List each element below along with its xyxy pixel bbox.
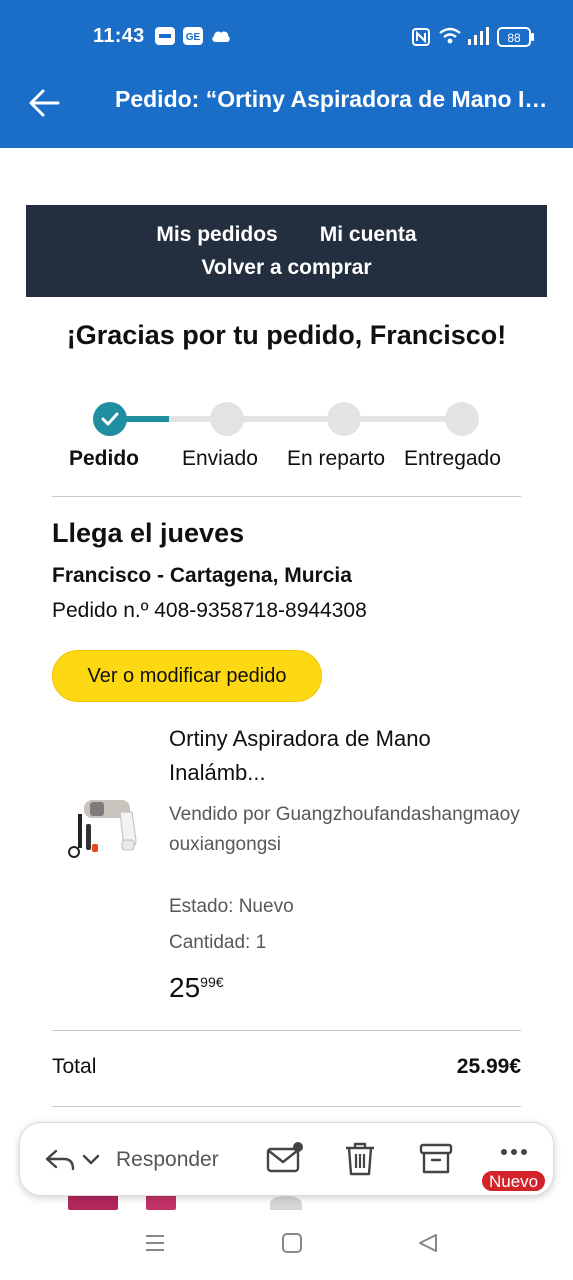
status-bar: 11:43 GE 88 <box>0 0 573 74</box>
square-icon <box>282 1233 302 1253</box>
buy-again-link[interactable]: Volver a comprar <box>201 256 371 279</box>
view-modify-order-button[interactable]: Ver o modificar pedido <box>52 650 322 702</box>
more-icon <box>501 1149 527 1155</box>
reply-label: Responder <box>116 1148 219 1171</box>
wifi-icon <box>438 27 462 50</box>
archive-icon <box>419 1143 453 1174</box>
step-label-ordered: Pedido <box>69 447 140 470</box>
reply-button[interactable]: Responder <box>44 1143 254 1177</box>
product-title-link[interactable]: Ortiny Aspiradora de Mano Inalámb... <box>169 722 529 790</box>
divider <box>52 1106 521 1107</box>
app-header: 11:43 GE 88 Pedido: “Ortiny Aspiradora d… <box>0 0 573 148</box>
step-label-delivered: Entregado <box>404 447 501 470</box>
system-back-button[interactable] <box>417 1232 439 1259</box>
my-orders-link[interactable]: Mis pedidos <box>156 223 277 247</box>
product-price: 2599€ <box>169 972 224 1004</box>
step-dot-delivered <box>445 402 479 436</box>
step-dot-shipped <box>210 402 244 436</box>
handheld-vacuum-icon <box>68 800 137 858</box>
step-label-out-for-delivery: En reparto <box>287 447 386 470</box>
check-icon <box>101 412 119 426</box>
message-action-toolbar: Responder Nuevo <box>19 1122 554 1196</box>
mark-unread-button[interactable] <box>266 1141 303 1177</box>
divider <box>52 496 521 497</box>
step-dot-ordered <box>93 402 127 436</box>
trash-icon <box>346 1142 374 1176</box>
price-whole: 25 <box>169 972 201 1003</box>
recent-apps-button[interactable] <box>144 1232 166 1259</box>
svg-text:GE: GE <box>186 32 201 43</box>
email-nav-box: Mis pedidos Mi cuenta Volver a comprar <box>26 205 547 297</box>
product-condition: Estado: Nuevo <box>169 896 294 917</box>
total-label: Total <box>52 1055 97 1078</box>
news-app-icon <box>155 27 175 50</box>
thanks-heading: ¡Gracias por tu pedido, Francisco! <box>66 320 507 350</box>
menu-icon <box>146 1235 164 1251</box>
cloud-icon <box>211 29 231 48</box>
battery-icon: 88 <box>497 27 535 52</box>
my-account-link[interactable]: Mi cuenta <box>320 223 417 247</box>
nfc-icon <box>412 28 430 51</box>
status-time: 11:43 <box>93 25 145 47</box>
archive-button[interactable] <box>419 1141 455 1177</box>
order-progress-tracker: Pedido Enviado En reparto Entregado <box>0 400 573 480</box>
seller-info: Vendido por Guangzhoufandashangmaoyouxia… <box>169 804 520 855</box>
back-button[interactable] <box>26 84 64 122</box>
price-fraction: 99€ <box>200 974 224 990</box>
signal-icon <box>467 27 491 50</box>
page-title: Pedido: “Ortiny Aspiradora de Mano Inalá… <box>115 86 555 112</box>
reply-icon <box>45 1149 75 1171</box>
product-quantity: Cantidad: 1 <box>169 932 267 953</box>
step-dot-out-for-delivery <box>327 402 361 436</box>
recommendation-image <box>68 1194 118 1210</box>
delete-button[interactable] <box>343 1141 379 1177</box>
product-image[interactable] <box>62 790 146 866</box>
divider <box>52 1030 521 1031</box>
mark-unread-icon <box>266 1142 303 1173</box>
arrow-left-icon <box>29 89 60 117</box>
total-value: 25.99€ <box>456 1055 521 1078</box>
order-number: Pedido n.º 408-9358718-8944308 <box>52 599 367 622</box>
delivery-address: Francisco - Cartagena, Murcia <box>52 564 352 587</box>
recommendation-image <box>146 1194 176 1210</box>
step-label-shipped: Enviado <box>182 447 258 470</box>
ge-app-icon: GE <box>183 27 203 50</box>
system-navigation-bar <box>0 1210 573 1280</box>
recommendation-image <box>270 1196 302 1210</box>
new-badge: Nuevo <box>481 1170 547 1192</box>
battery-level: 88 <box>507 31 521 45</box>
home-button[interactable] <box>281 1232 303 1259</box>
arrival-heading: Llega el jueves <box>52 518 245 548</box>
chevron-down-icon[interactable] <box>82 1153 100 1167</box>
triangle-back-icon <box>419 1234 437 1252</box>
